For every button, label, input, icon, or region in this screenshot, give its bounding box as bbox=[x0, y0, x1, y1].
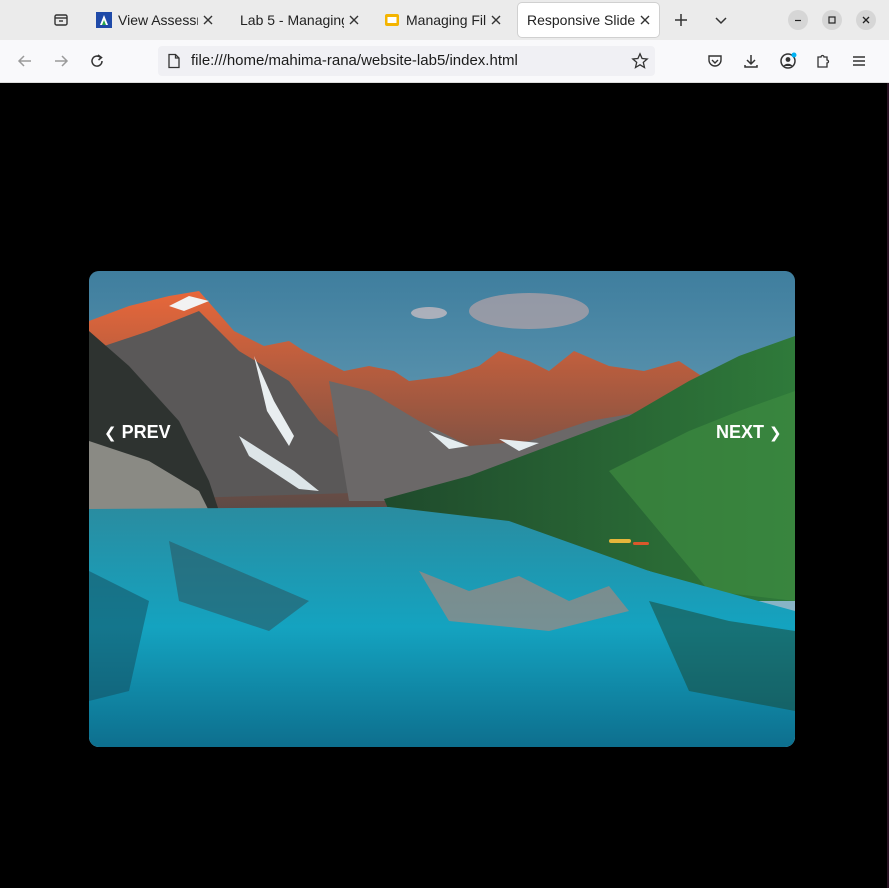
app-menu-button[interactable] bbox=[846, 48, 872, 74]
chevron-right-icon: ❯ bbox=[769, 424, 782, 442]
reload-icon bbox=[91, 54, 103, 67]
minimize-button[interactable] bbox=[788, 10, 808, 30]
list-all-tabs-button[interactable] bbox=[707, 6, 735, 34]
assessment-icon bbox=[96, 12, 112, 28]
downloads-button[interactable] bbox=[738, 48, 764, 74]
window-close-button[interactable] bbox=[856, 10, 876, 30]
pocket-button[interactable] bbox=[702, 48, 728, 74]
tab-label: View Assessm bbox=[118, 12, 198, 28]
pocket-icon bbox=[708, 55, 722, 67]
page-icon bbox=[168, 53, 180, 69]
maximize-button[interactable] bbox=[822, 10, 842, 30]
page-viewport bbox=[0, 83, 889, 888]
account-icon bbox=[780, 52, 797, 69]
download-icon bbox=[744, 55, 758, 68]
forward-button[interactable] bbox=[48, 48, 74, 74]
tab-label: Lab 5 - Managing bbox=[240, 12, 344, 28]
new-tab-button[interactable] bbox=[667, 6, 695, 34]
maximize-icon bbox=[828, 16, 836, 24]
slides-icon bbox=[385, 14, 399, 26]
tab-responsive-slider[interactable]: Responsive Slide bbox=[518, 3, 659, 37]
prev-label: PREV bbox=[121, 422, 171, 442]
plus-icon bbox=[675, 14, 687, 26]
next-button[interactable]: NEXT ❯ bbox=[716, 422, 782, 443]
chevron-left-icon: ❮ bbox=[104, 424, 117, 442]
close-icon[interactable] bbox=[637, 12, 653, 28]
close-icon bbox=[862, 16, 870, 24]
slide-image bbox=[89, 271, 795, 747]
next-label: NEXT bbox=[716, 422, 765, 442]
tab-view-assessment[interactable]: View Assessm bbox=[90, 3, 222, 37]
url-text[interactable]: file:///home/mahima-rana/website-lab5/in… bbox=[191, 52, 518, 69]
address-bar[interactable]: file:///home/mahima-rana/website-lab5/in… bbox=[158, 46, 655, 76]
chevron-down-icon bbox=[715, 17, 727, 25]
prev-button[interactable]: ❮ PREV bbox=[104, 422, 171, 443]
minimize-icon bbox=[795, 19, 801, 22]
extensions-button[interactable] bbox=[810, 48, 836, 74]
tab-label: Managing File bbox=[406, 12, 486, 28]
tab-managing-files[interactable]: Managing File bbox=[378, 3, 510, 37]
reload-button[interactable] bbox=[84, 48, 110, 74]
star-icon[interactable] bbox=[631, 52, 649, 70]
arrow-right-icon bbox=[55, 55, 69, 67]
hamburger-menu-icon bbox=[853, 56, 865, 66]
arrow-left-icon bbox=[17, 55, 31, 67]
landscape-image bbox=[89, 271, 795, 747]
puzzle-icon bbox=[817, 54, 830, 68]
navigation-toolbar: file:///home/mahima-rana/website-lab5/in… bbox=[0, 40, 889, 83]
back-button[interactable] bbox=[12, 48, 38, 74]
tab-lab5[interactable]: Lab 5 - Managing bbox=[234, 3, 368, 37]
tab-label: Responsive Slide bbox=[527, 12, 635, 28]
account-button[interactable] bbox=[775, 48, 801, 74]
firefox-view-icon bbox=[54, 14, 68, 26]
close-icon[interactable] bbox=[346, 12, 362, 28]
tab-strip: View Assessm Lab 5 - Managing Managing F… bbox=[0, 0, 889, 40]
close-icon[interactable] bbox=[200, 12, 216, 28]
firefox-view-button[interactable] bbox=[47, 6, 75, 34]
close-icon[interactable] bbox=[488, 12, 504, 28]
